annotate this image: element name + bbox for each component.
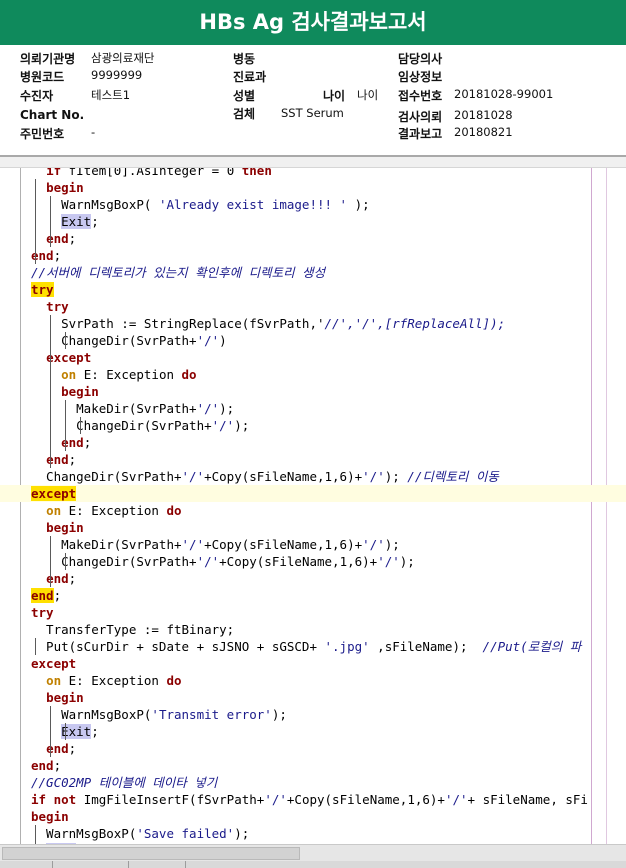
indent-guide	[64, 332, 66, 349]
institution-label: 의뢰기관명	[20, 52, 76, 66]
request-value: 20181028	[454, 108, 513, 122]
code-line[interactable]: //서버에 디렉토리가 있는지 확인후에 디렉토리 생성	[0, 264, 626, 281]
code-line[interactable]: //GC02MP 테이블에 데이타 넣기	[0, 774, 626, 791]
doctor-label: 담당의사	[398, 52, 443, 66]
code-line[interactable]: begin	[0, 519, 626, 536]
institution-value: 삼광의료재단	[91, 51, 155, 65]
code-line[interactable]: Put(sCurDir + sDate + sJSNO + sGSCD+ '.j…	[0, 638, 626, 655]
code-line[interactable]: ChangeDir(SvrPath+'/')	[0, 332, 626, 349]
receipt-value: 20181028-99001	[454, 87, 554, 101]
indent-guide	[79, 417, 81, 434]
report-date-value: 20180821	[454, 125, 513, 139]
rrn-value: -	[91, 125, 96, 139]
status-bar	[0, 861, 626, 868]
chart-no-label: Chart No.	[20, 108, 85, 122]
code-editor[interactable]: if fItem[0].AsInteger = 0 then begin War…	[0, 168, 626, 844]
status-cell	[0, 861, 53, 868]
code-line[interactable]: on E: Exception do	[0, 502, 626, 519]
specimen-value: SST Serum	[281, 106, 344, 120]
code-line[interactable]: SvrPath := StringReplace(fSvrPath,'//','…	[0, 315, 626, 332]
code-line[interactable]: Exit;	[0, 213, 626, 230]
code-line[interactable]: MakeDir(SvrPath+'/');	[0, 400, 626, 417]
code-line[interactable]: end;	[0, 757, 626, 774]
code-line[interactable]: ChangeDir(SvrPath+'/'+Copy(sFileName,1,6…	[0, 553, 626, 570]
indent-guide	[64, 553, 66, 570]
code-line[interactable]: end;	[0, 230, 626, 247]
code-line[interactable]: WarnMsgBoxP('Transmit error');	[0, 706, 626, 723]
code-line[interactable]: try	[0, 604, 626, 621]
patient-info-panel: 의뢰기관명 삼광의료재단 병원코드 9999999 수진자 테스트1 Chart…	[0, 45, 626, 155]
clinical-label: 임상정보	[398, 70, 443, 84]
hospital-code-value: 9999999	[91, 68, 143, 82]
code-line[interactable]: if fItem[0].AsInteger = 0 then	[0, 168, 626, 179]
indent-guide	[64, 723, 66, 740]
indent-guide	[34, 638, 36, 655]
code-line[interactable]: Exit;	[0, 723, 626, 740]
indent-guide	[34, 825, 36, 844]
specimen-label: 검체	[233, 107, 256, 121]
code-line[interactable]: begin	[0, 808, 626, 825]
code-line[interactable]: if not ImgFileInsertF(fSvrPath+'/'+Copy(…	[0, 791, 626, 808]
code-line[interactable]: except	[0, 349, 626, 366]
code-line[interactable]: end;	[0, 740, 626, 757]
code-line[interactable]: begin	[0, 383, 626, 400]
indent-guide	[49, 315, 51, 468]
report-date-label: 결과보고	[398, 127, 443, 141]
code-line[interactable]: try	[0, 298, 626, 315]
code-line[interactable]: begin	[0, 179, 626, 196]
indent-guide	[49, 536, 51, 587]
sex-label: 성별	[233, 89, 256, 103]
code-line[interactable]: begin	[0, 689, 626, 706]
indent-guide	[34, 179, 36, 264]
receipt-label: 접수번호	[398, 89, 443, 103]
rrn-label: 주민번호	[20, 127, 65, 141]
patient-value: 테스트1	[91, 88, 131, 102]
code-line[interactable]: end;	[0, 247, 626, 264]
code-line[interactable]: try	[0, 281, 626, 298]
age-label: 나이	[323, 89, 346, 103]
code-line[interactable]: end;	[0, 570, 626, 587]
status-cell	[129, 861, 186, 868]
code-line[interactable]: ChangeDir(SvrPath+'/'+Copy(sFileName,1,6…	[0, 468, 626, 485]
hospital-code-label: 병원코드	[20, 70, 65, 84]
code-line[interactable]: on E: Exception do	[0, 672, 626, 689]
request-label: 검사의뢰	[398, 110, 443, 124]
indent-guide	[49, 706, 51, 757]
header-divider-band	[0, 157, 626, 168]
dept-label: 진료과	[233, 70, 267, 84]
code-line[interactable]: end;	[0, 451, 626, 468]
code-line[interactable]: except	[0, 655, 626, 672]
scrollbar-thumb[interactable]	[2, 847, 300, 860]
report-title: HBs Ag 검사결과보고서	[0, 0, 626, 45]
code-line[interactable]: end;	[0, 587, 626, 604]
age-value: 나이	[357, 88, 379, 102]
code-line[interactable]: except	[0, 485, 626, 502]
ward-label: 병동	[233, 52, 256, 66]
indent-guide	[64, 400, 66, 451]
horizontal-scrollbar[interactable]	[0, 844, 626, 861]
indent-guide	[49, 196, 51, 247]
code-line[interactable]: MakeDir(SvrPath+'/'+Copy(sFileName,1,6)+…	[0, 536, 626, 553]
status-cell	[53, 861, 129, 868]
code-line[interactable]: WarnMsgBoxP('Save failed');	[0, 825, 626, 842]
code-line[interactable]: ChangeDir(SvrPath+'/');	[0, 417, 626, 434]
patient-label: 수진자	[20, 89, 54, 103]
code-line[interactable]: WarnMsgBoxP( 'Already exist image!!! ' )…	[0, 196, 626, 213]
code-line[interactable]: on E: Exception do	[0, 366, 626, 383]
code-line[interactable]: TransferType := ftBinary;	[0, 621, 626, 638]
code-line[interactable]: end;	[0, 434, 626, 451]
